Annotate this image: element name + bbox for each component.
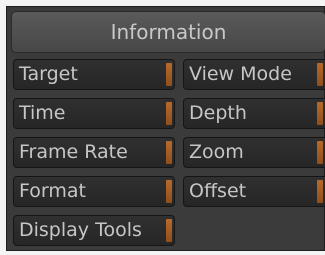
button-indicator (317, 180, 323, 203)
information-panel: Information Target View Mode Time Depth … (6, 6, 325, 251)
button-label: Display Tools (19, 219, 142, 241)
button-indicator (317, 102, 323, 125)
button-indicator (166, 102, 172, 125)
time-button[interactable]: Time (13, 98, 175, 129)
panel-title: Information (11, 11, 325, 53)
button-label: Depth (189, 102, 247, 124)
button-label: Frame Rate (19, 141, 128, 163)
button-label: Target (19, 63, 78, 85)
button-indicator (317, 63, 323, 86)
button-indicator (166, 63, 172, 86)
frame-rate-button[interactable]: Frame Rate (13, 137, 175, 168)
display-tools-button[interactable]: Display Tools (13, 215, 175, 246)
format-button[interactable]: Format (13, 176, 175, 207)
depth-button[interactable]: Depth (183, 98, 325, 129)
button-label: View Mode (189, 63, 292, 85)
button-label: Format (19, 180, 86, 202)
button-indicator (317, 141, 323, 164)
button-indicator (166, 180, 172, 203)
button-label: Zoom (189, 141, 244, 163)
zoom-button[interactable]: Zoom (183, 137, 325, 168)
button-label: Time (19, 102, 66, 124)
button-label: Offset (189, 180, 247, 202)
button-indicator (166, 219, 172, 242)
target-button[interactable]: Target (13, 59, 175, 90)
button-indicator (166, 141, 172, 164)
offset-button[interactable]: Offset (183, 176, 325, 207)
view-mode-button[interactable]: View Mode (183, 59, 325, 90)
